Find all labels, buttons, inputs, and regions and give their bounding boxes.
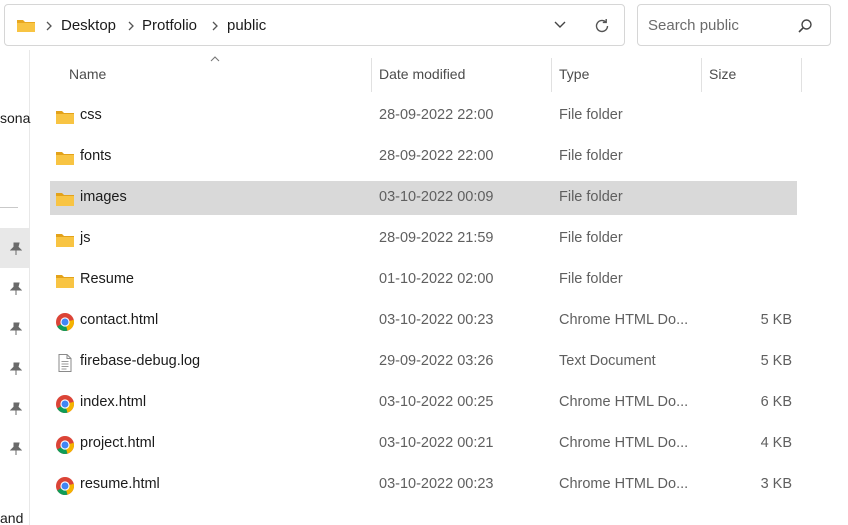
chevron-right-icon xyxy=(212,21,218,31)
file-name: fonts xyxy=(80,148,112,164)
file-type: File folder xyxy=(559,107,623,123)
column-divider[interactable] xyxy=(371,58,372,92)
folder-icon xyxy=(17,20,35,32)
file-name: resume.html xyxy=(80,476,160,492)
chrome-icon xyxy=(56,395,75,413)
pin-icon xyxy=(10,362,22,375)
file-date-modified: 03-10-2022 00:21 xyxy=(379,435,494,451)
file-row[interactable]: index.html 03-10-2022 00:25 Chrome HTML Do… xyxy=(50,386,797,420)
file-row[interactable]: firebase-debug.log 29-09-2022 03:26 Text D… xyxy=(50,345,797,379)
file-row[interactable]: js 28-09-2022 21:59 File folder xyxy=(50,222,797,256)
folder-icon xyxy=(56,152,74,165)
column-type[interactable]: Type xyxy=(559,66,589,82)
top-bar: Desktop Protfolio public xyxy=(0,0,848,50)
address-bar[interactable]: Desktop Protfolio public xyxy=(4,4,625,46)
pin-icon xyxy=(10,242,22,255)
scrollbar[interactable] xyxy=(836,50,848,525)
sort-ascending-icon xyxy=(210,56,220,62)
nav-item-partial[interactable]: and xyxy=(0,510,23,525)
file-row[interactable]: css 28-09-2022 22:00 File folder xyxy=(50,99,797,133)
refresh-icon[interactable] xyxy=(593,17,611,35)
column-divider[interactable] xyxy=(701,58,702,92)
column-name[interactable]: Name xyxy=(69,66,106,82)
file-row[interactable]: contact.html 03-10-2022 00:23 Chrome HTML … xyxy=(50,304,797,338)
chevron-down-icon[interactable] xyxy=(553,18,567,32)
file-size: 6 KB xyxy=(760,394,792,410)
file-date-modified: 03-10-2022 00:25 xyxy=(379,394,494,410)
breadcrumb-protfolio[interactable]: Protfolio xyxy=(142,17,197,35)
file-name: css xyxy=(80,107,102,123)
folder-icon xyxy=(56,275,74,288)
file-date-modified: 03-10-2022 00:23 xyxy=(379,476,494,492)
search-icon[interactable] xyxy=(796,17,814,35)
file-type: Chrome HTML Do... xyxy=(559,312,689,328)
file-type: Chrome HTML Do... xyxy=(559,476,689,492)
pin-icon xyxy=(10,402,22,415)
file-name: index.html xyxy=(80,394,147,410)
file-type: Text Document xyxy=(559,353,656,369)
file-type: File folder xyxy=(559,271,623,287)
file-date-modified: 28-09-2022 22:00 xyxy=(379,148,494,164)
file-row[interactable]: resume.html 03-10-2022 00:23 Chrome HTML D… xyxy=(50,468,797,502)
folder-icon xyxy=(56,111,74,124)
file-date-modified: 01-10-2022 02:00 xyxy=(379,271,494,287)
breadcrumb-desktop[interactable]: Desktop xyxy=(61,17,116,35)
file-name: js xyxy=(80,230,91,246)
file-row[interactable]: project.html 03-10-2022 00:21 Chrome HTML … xyxy=(50,427,797,461)
pin-icon xyxy=(10,322,22,335)
file-name: images xyxy=(80,189,127,205)
file-type: Chrome HTML Do... xyxy=(559,394,689,410)
column-size[interactable]: Size xyxy=(709,66,736,82)
file-type: File folder xyxy=(559,148,623,164)
chevron-right-icon xyxy=(46,21,52,31)
breadcrumb-public[interactable]: public xyxy=(227,17,266,35)
file-name: firebase-debug.log xyxy=(80,353,201,369)
column-divider[interactable] xyxy=(551,58,552,92)
file-row[interactable]: images 03-10-2022 00:09 File folder xyxy=(50,181,797,215)
file-date-modified: 03-10-2022 00:09 xyxy=(379,189,494,205)
file-name: contact.html xyxy=(80,312,159,328)
search-box[interactable] xyxy=(637,4,831,46)
column-divider[interactable] xyxy=(801,58,802,92)
pin-icon xyxy=(10,442,22,455)
folder-icon xyxy=(56,234,74,247)
file-type: File folder xyxy=(559,189,623,205)
nav-divider xyxy=(0,207,18,208)
chrome-icon xyxy=(56,313,75,331)
chevron-right-icon xyxy=(128,21,134,31)
file-size: 5 KB xyxy=(760,312,792,328)
file-row[interactable]: Resume 01-10-2022 02:00 File folder xyxy=(50,263,797,297)
file-size: 4 KB xyxy=(760,435,792,451)
pin-icon xyxy=(10,282,22,295)
file-row[interactable]: fonts 28-09-2022 22:00 File folder xyxy=(50,140,797,174)
column-header: Name Date modified Type Size xyxy=(30,50,848,98)
nav-item-partial[interactable]: sona xyxy=(0,110,30,126)
file-date-modified: 28-09-2022 22:00 xyxy=(379,107,494,123)
text-file-icon xyxy=(58,354,72,372)
file-type: Chrome HTML Do... xyxy=(559,435,689,451)
chrome-icon xyxy=(56,477,75,495)
navigation-pane: sona and xyxy=(0,50,30,525)
search-input[interactable] xyxy=(648,17,788,34)
file-name: Resume xyxy=(80,271,134,287)
file-type: File folder xyxy=(559,230,623,246)
file-date-modified: 28-09-2022 21:59 xyxy=(379,230,494,246)
column-date-modified[interactable]: Date modified xyxy=(379,66,465,82)
file-name: project.html xyxy=(80,435,155,451)
file-date-modified: 03-10-2022 00:23 xyxy=(379,312,494,328)
folder-icon xyxy=(56,193,74,206)
file-date-modified: 29-09-2022 03:26 xyxy=(379,353,494,369)
chrome-icon xyxy=(56,436,75,454)
file-size: 5 KB xyxy=(760,353,792,369)
file-size: 3 KB xyxy=(760,476,792,492)
